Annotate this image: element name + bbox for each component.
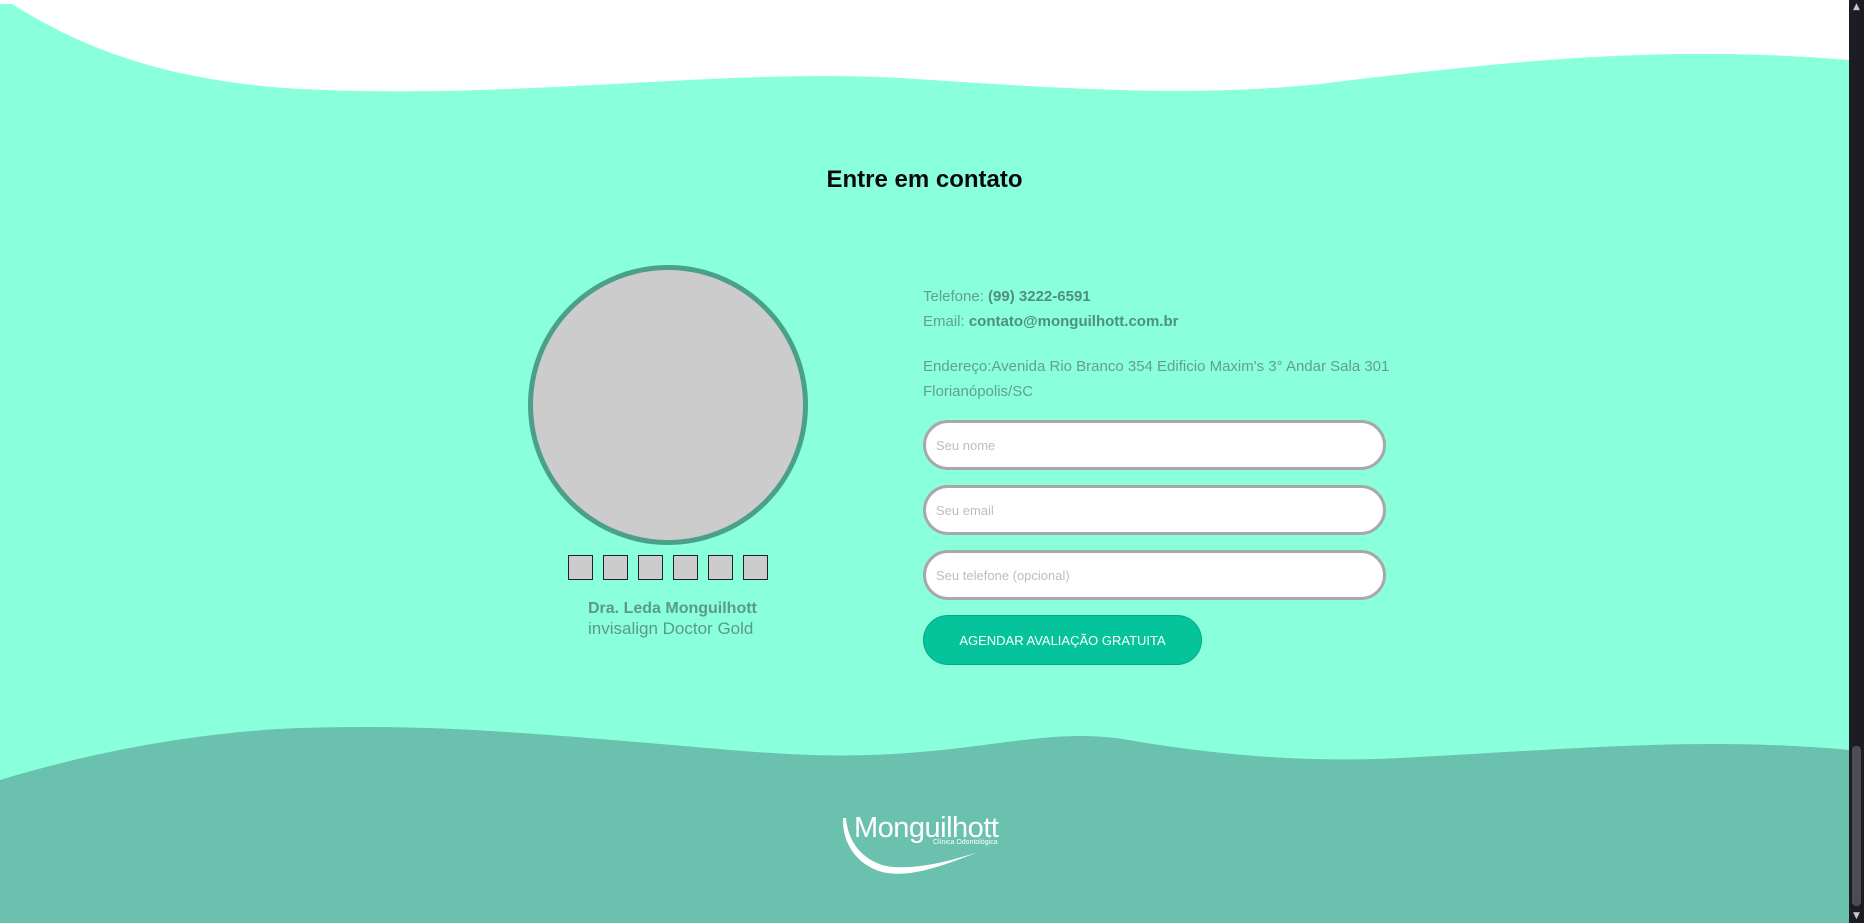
phone-label: Telefone: [923, 288, 989, 305]
phone-info: Telefone: (99) 3222-6591 [923, 284, 1091, 309]
thumbnail[interactable] [638, 555, 663, 580]
schedule-evaluation-button[interactable]: AGENDAR AVALIAÇÃO GRATUITA [923, 615, 1202, 665]
monguilhott-logo[interactable]: Monguilhott Clínica Odontológica [838, 810, 1018, 882]
top-wave [0, 0, 1849, 92]
scrollbar-thumb[interactable] [1852, 746, 1861, 906]
doctor-name: Dra. Leda Monguilhott [588, 600, 757, 617]
contact-page: Entre em contato Dra. Leda Monguilhott i… [0, 0, 1849, 923]
photo-thumbnails [568, 555, 768, 580]
thumbnail[interactable] [568, 555, 593, 580]
logo-subtitle: Clínica Odontológica [933, 839, 998, 846]
email-input[interactable] [923, 485, 1386, 535]
arrow-down-icon[interactable]: ▼ [1849, 909, 1864, 923]
email-value: contato@monguilhott.com.br [968, 313, 1179, 330]
doctor-title: invisalign Doctor Gold [588, 619, 754, 638]
address-line-2: Florianópolis/SC [923, 383, 1034, 400]
section-title: Entre em contato [826, 166, 1023, 193]
email-info: Email: contato@monguilhott.com.br [923, 309, 1178, 334]
phone-input[interactable] [923, 550, 1386, 600]
name-input[interactable] [923, 420, 1386, 470]
phone-value: (99) 3222-6591 [988, 288, 1091, 305]
doctor-photo [528, 265, 808, 545]
email-label: Email: [923, 313, 969, 330]
scrollbar[interactable]: ▲ ▼ [1849, 0, 1864, 923]
thumbnail[interactable] [708, 555, 733, 580]
thumbnail[interactable] [603, 555, 628, 580]
thumbnail[interactable] [673, 555, 698, 580]
address-line-1: Endereço:Avenida Rio Branco 354 Edificio… [923, 358, 1390, 375]
thumbnail[interactable] [743, 555, 768, 580]
arrow-up-icon[interactable]: ▲ [1849, 0, 1864, 14]
address-info: Endereço:Avenida Rio Branco 354 Edificio… [923, 354, 1403, 404]
